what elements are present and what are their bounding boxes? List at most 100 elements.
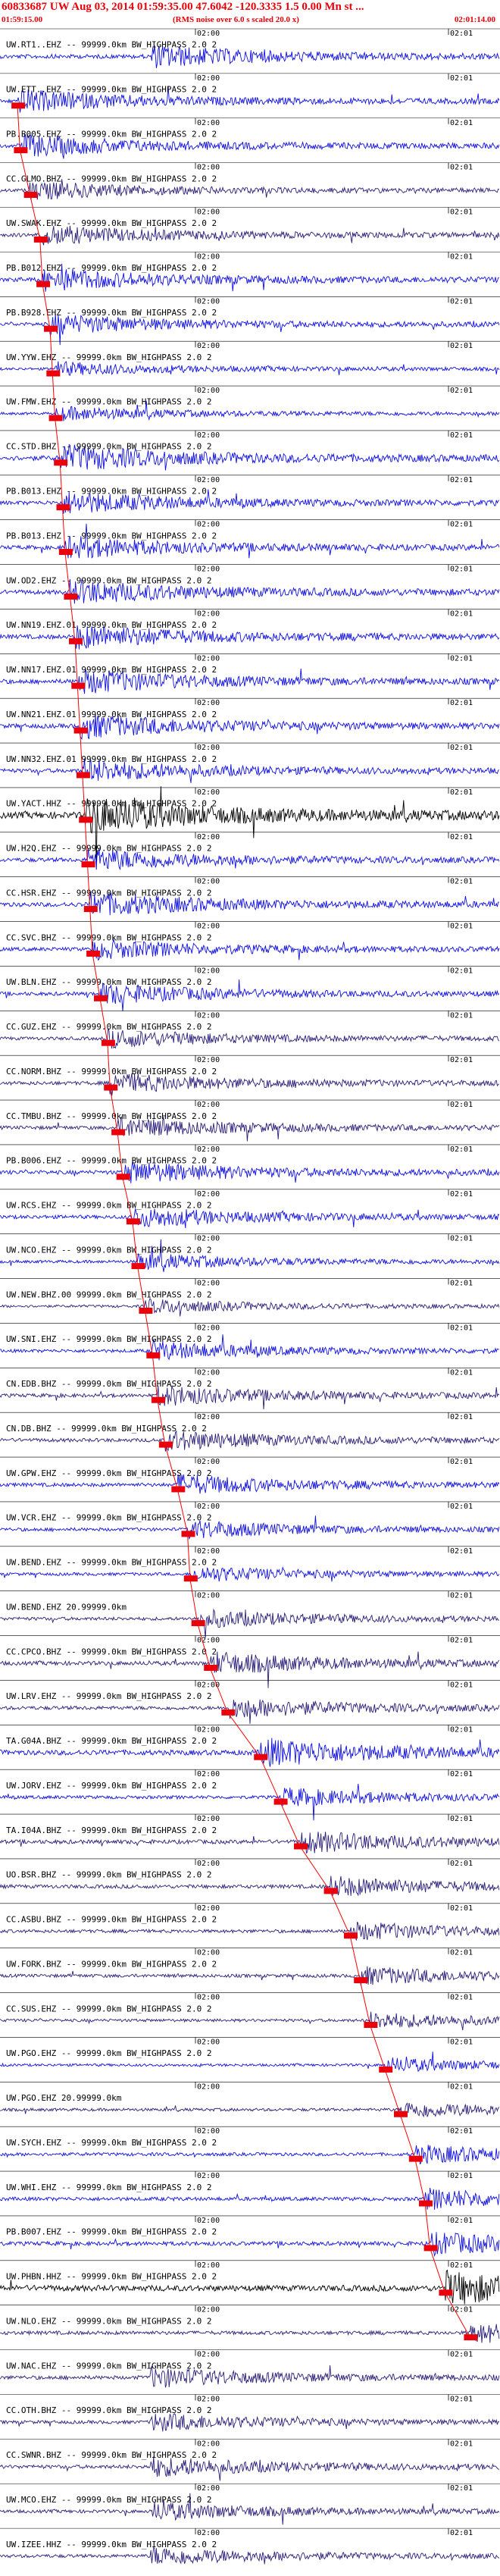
phase-pick-marker xyxy=(83,906,98,913)
tick-label: 02:01 xyxy=(450,967,473,975)
tick-label: 02:00 xyxy=(197,297,220,306)
tick-label: 02:00 xyxy=(197,387,220,395)
trace-row: 02:00 02:01 PB.B007.EHZ -- 99999.0km BW_HI… xyxy=(0,2215,500,2258)
phase-pick-marker xyxy=(36,280,51,287)
tick-label: 02:01 xyxy=(450,654,473,663)
trace-row: 02:00 02:01 UW.RT1..EHZ -- 99999.0km BW_HI… xyxy=(0,28,500,68)
station-label: UW.NN17.EHZ.01 99999.0km BW_HIGHPASS 2.0… xyxy=(6,665,217,675)
trace-row: 02:00 02:01 UW.LRV.EHZ -- 99999.0km BW_HIG… xyxy=(0,1680,500,1724)
tick-label: 02:00 xyxy=(197,1413,220,1421)
tick-label: 02:01 xyxy=(450,164,473,172)
station-label: UW.NAC.EHZ -- 99999.0km BW_HIGHPASS 2.0 … xyxy=(6,2361,212,2371)
waveform-trace xyxy=(0,313,500,346)
trace-row: 02:00 02:01 UW.PHBN.HHZ -- 99999.0km BW_HI… xyxy=(0,2260,500,2305)
tick-label: 02:01 xyxy=(450,2261,473,2270)
station-label: CC.SUS.EHZ -- 99999.0km BW_HIGHPASS 2.0 … xyxy=(6,2004,212,2013)
trace-row: 02:00 02:01 CC.NORM.BHZ -- 99999.0km BW_HI… xyxy=(0,1055,500,1096)
tick-label: 02:00 xyxy=(197,1770,220,1778)
station-label: UW.FORK.BHZ -- 99999.0km BW_HIGHPASS 2.0… xyxy=(6,1959,217,1969)
tick-label: 02:00 xyxy=(197,1815,220,1823)
tick-label: 02:01 xyxy=(450,1101,473,1109)
tick-label: 02:01 xyxy=(450,1324,473,1332)
waveform-trace xyxy=(0,361,500,376)
station-label: UW.YACT.HHZ -- 99999.0km BW_HIGHPASS 2.0… xyxy=(6,799,217,809)
tick-label: 02:01 xyxy=(450,2395,473,2403)
tick-label: 02:00 xyxy=(197,2440,220,2448)
tick-label: 02:00 xyxy=(197,1681,220,1689)
station-label: UW.IZEE.HHZ -- 99999.0km BW_HIGHPASS 2.0… xyxy=(6,2540,217,2549)
trace-row: 02:00 02:01 UW.PGO.EHZ 20.99999.0km xyxy=(0,2082,500,2118)
tick-label: 02:00 xyxy=(197,252,220,261)
tick-label: 02:00 xyxy=(197,342,220,350)
tick-label: 02:01 xyxy=(450,2038,473,2046)
station-label: UW.YYW.EHZ -- 99999.0km BW_HIGHPASS 2.0 … xyxy=(6,353,212,362)
waveform-trace xyxy=(0,2413,500,2432)
phase-pick-marker xyxy=(33,236,48,243)
phase-pick-marker xyxy=(101,1039,115,1046)
tick-label: 02:00 xyxy=(197,788,220,797)
tick-label: 02:00 xyxy=(197,2127,220,2136)
phase-pick-marker xyxy=(221,1709,236,1716)
trace-row: 02:00 02:01UW.NLO.EHZ -- 99999.0km BW_HIG… xyxy=(0,2305,500,2343)
station-label: CC.GLMO.BHZ -- 99999.0km BW_HIGHPASS 2.0… xyxy=(6,174,217,183)
trace-row: 02:00 02:01 UO.BSR.BHZ -- 99999.0km BW_HIG… xyxy=(0,1858,500,1897)
waveform-trace xyxy=(0,1385,500,1410)
waveform-trace xyxy=(0,1699,500,1724)
station-label: TA.G04A.BHZ -- 99999.0km BW_HIGHPASS 2.0… xyxy=(6,1736,217,1746)
station-label: UW.VCR.EHZ -- 99999.0km BW_HIGHPASS 2.0 … xyxy=(6,1513,212,1523)
waveform-trace xyxy=(0,1566,500,1582)
phase-pick-marker xyxy=(81,861,95,868)
phase-pick-marker xyxy=(56,504,70,511)
station-label: UW.BLN.EHZ -- 99999.0km BW_HIGHPASS 2.0 … xyxy=(6,977,212,987)
station-label: CC.STD.BHZ -- 99999.0km BW_HIGHPASS 2.0 … xyxy=(6,442,212,452)
tick-label: 02:01 xyxy=(450,1860,473,1868)
phase-pick-marker xyxy=(104,1084,118,1091)
station-label: UW.MCO.EHZ -- 99999.0km BW_HIGHPASS 2.0 … xyxy=(6,2495,212,2505)
tick-label: 02:00 xyxy=(197,74,220,83)
tick-label: 02:00 xyxy=(197,2484,220,2493)
waveform-trace xyxy=(0,1073,500,1096)
tick-label: 02:01 xyxy=(450,833,473,841)
tick-label: 02:00 xyxy=(197,119,220,127)
tick-label: 02:01 xyxy=(450,1592,473,1600)
tick-label: 02:01 xyxy=(450,30,473,38)
tick-label: 02:01 xyxy=(450,744,473,752)
tick-label: 02:01 xyxy=(450,923,473,931)
trace-row: 02:00 02:01 UW.NCO.EHZ -- 99999.0km BW_HIG… xyxy=(0,1233,500,1272)
station-label: UW.PGO.EHZ -- 99999.0km BW_HIGHPASS 2.0 … xyxy=(6,2048,212,2058)
station-label: CC.HSR.EHZ -- 99999.0km BW_HIGHPASS 2.0 … xyxy=(6,888,212,898)
waveform-trace xyxy=(0,2324,500,2343)
trace-row: 02:00 02:01 UW.FORK.BHZ -- 99999.0km BW_HI… xyxy=(0,1948,500,1986)
tick-label: 02:01 xyxy=(450,2529,473,2537)
tick-label: 02:01 xyxy=(450,476,473,484)
trace-row: 02:00 02:01 UW.YYW.EHZ -- 99999.0km BW_HIG… xyxy=(0,340,500,377)
tick-label: 02:00 xyxy=(197,1860,220,1868)
station-label: PB.B005.EHZ -- 99999.0km BW_HIGHPASS 2.0… xyxy=(6,129,217,139)
tick-label: 02:01 xyxy=(450,2440,473,2448)
waveform-trace xyxy=(0,2546,500,2565)
tick-label: 02:01 xyxy=(450,699,473,707)
moveout-pick-line xyxy=(17,105,470,2338)
waveform-trace xyxy=(0,1430,500,1452)
waveform-trace xyxy=(0,2011,500,2031)
tick-label: 02:00 xyxy=(197,1056,220,1064)
tick-label: 02:00 xyxy=(197,431,220,440)
station-label: CC.NORM.BHZ -- 99999.0km BW_HIGHPASS 2.0… xyxy=(6,1067,217,1076)
tick-label: 02:01 xyxy=(450,2351,473,2359)
station-label: UW.GPW.EHZ -- 99999.0km BW_HIGHPASS 2.0 … xyxy=(6,1468,212,1478)
phase-pick-marker xyxy=(126,1218,140,1225)
tick-label: 02:01 xyxy=(450,1949,473,1957)
trace-row: 02:00 02:01 UW.BEND.EHZ -- 99999.0km BW_HI… xyxy=(0,1546,500,1582)
station-label: UW.RT1..EHZ -- 99999.0km BW_HIGHPASS 2.0… xyxy=(6,40,217,50)
station-label: UW.PGO.EHZ 20.99999.0km xyxy=(6,2093,122,2103)
waveform-trace xyxy=(0,1608,499,1638)
phase-pick-marker xyxy=(76,772,90,779)
phase-pick-marker xyxy=(464,2334,478,2341)
phase-pick-marker xyxy=(73,727,88,734)
tick-label: 02:01 xyxy=(450,387,473,395)
station-label: CC.GUZ.EHZ -- 99999.0km BW_HIGHPASS 2.0 … xyxy=(6,1022,212,1032)
tick-label: 02:00 xyxy=(197,208,220,217)
tick-label: 02:00 xyxy=(197,1725,220,1734)
trace-row: 02:00 02:01 UW.NEW.BHZ.00 99999.0km BW_HIG… xyxy=(0,1278,500,1317)
phase-pick-marker xyxy=(131,1263,145,1270)
